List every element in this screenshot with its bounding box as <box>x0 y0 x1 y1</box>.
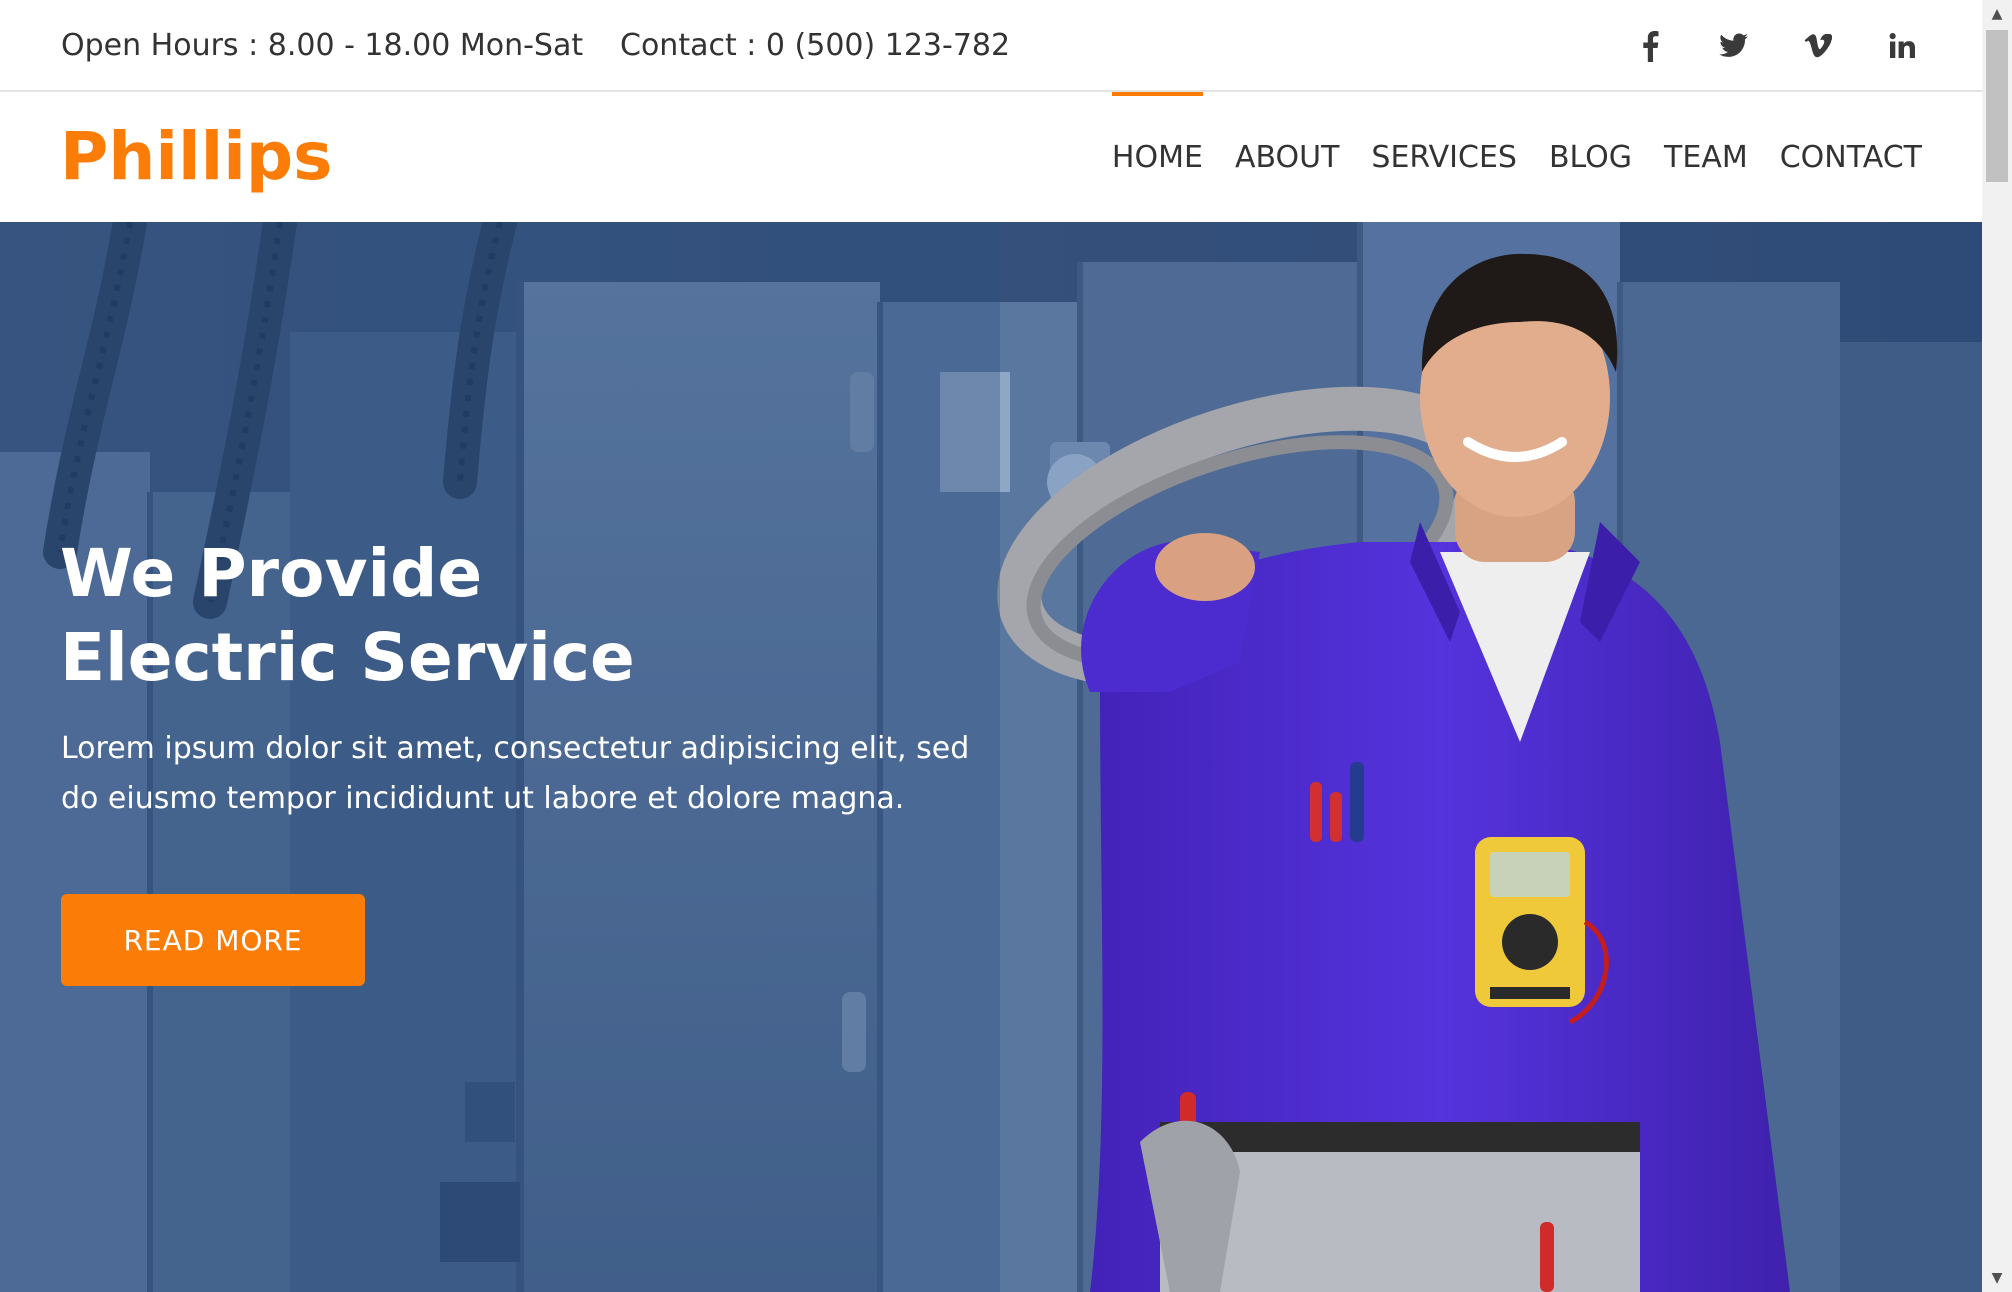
contact-phone: Contact : 0 (500) 123-782 <box>620 28 1011 63</box>
read-more-button[interactable]: READ MORE <box>61 894 365 986</box>
site-header: Phillips HOME ABOUT SERVICES BLOG TEAM C… <box>0 92 1982 222</box>
hero-title-line-1: We Provide <box>60 535 483 612</box>
social-links <box>1586 22 1922 70</box>
scroll-up-arrow-icon[interactable]: ▲ <box>1982 0 2012 28</box>
open-hours: Open Hours : 8.00 - 18.00 Mon-Sat <box>61 28 584 63</box>
logo[interactable]: Phillips <box>60 112 332 202</box>
nav-services[interactable]: SERVICES <box>1371 92 1517 222</box>
twitter-icon[interactable] <box>1714 26 1754 66</box>
vertical-scrollbar[interactable]: ▲ ▼ <box>1982 0 2012 1292</box>
nav-contact[interactable]: CONTACT <box>1780 92 1922 222</box>
hero-title-line-2: Electric Service <box>60 619 635 696</box>
vimeo-icon[interactable] <box>1798 26 1838 66</box>
hero-description: Lorem ipsum dolor sit amet, consectetur … <box>61 731 970 816</box>
nav-blog[interactable]: BLOG <box>1549 92 1632 222</box>
page: Open Hours : 8.00 - 18.00 Mon-Sat Contac… <box>0 0 1982 1292</box>
top-bar: Open Hours : 8.00 - 18.00 Mon-Sat Contac… <box>0 0 1982 92</box>
linkedin-icon[interactable] <box>1882 26 1922 66</box>
nav-home[interactable]: HOME <box>1111 92 1203 222</box>
nav-team[interactable]: TEAM <box>1664 92 1748 222</box>
hero-title: We Provide Electric Service <box>60 532 635 700</box>
nav-about[interactable]: ABOUT <box>1235 92 1339 222</box>
scrollbar-thumb[interactable] <box>1986 30 2008 182</box>
scroll-down-arrow-icon[interactable]: ▼ <box>1982 1264 2012 1292</box>
facebook-icon[interactable] <box>1630 26 1670 66</box>
main-nav: HOME ABOUT SERVICES BLOG TEAM CONTACT <box>1080 92 1922 222</box>
hero-banner: We Provide Electric Service Lorem ipsum … <box>0 222 1982 1292</box>
